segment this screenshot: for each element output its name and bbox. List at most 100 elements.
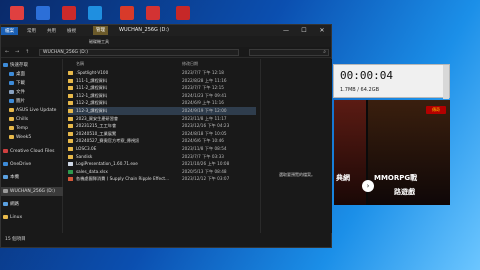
sidebar-item-creative-cloud[interactable]: Creative Cloud Files	[1, 147, 63, 156]
tab-view[interactable]: 檢視	[63, 27, 80, 35]
back-arrow-icon[interactable]: ←	[5, 49, 9, 55]
download-icon	[9, 80, 14, 85]
desktop-app-icon-5[interactable]	[120, 6, 134, 20]
sidebar-item-desktop[interactable]: 桌面	[1, 70, 63, 79]
list-item[interactable]: 112-1_課程資料 2024/1/23 下午 09:41	[68, 92, 256, 100]
sidebar-item-quick-access[interactable]: 快速存取	[1, 61, 63, 70]
picture-icon	[9, 98, 14, 103]
recording-panel: 00:00:04 1.7MB / 64.2GB	[333, 64, 450, 99]
linux-icon	[3, 214, 8, 219]
list-item[interactable]: 20231215_工工年會 2023/12/16 下午 04:23	[68, 122, 256, 130]
folder-icon	[68, 147, 73, 151]
close-button[interactable]: ✕	[313, 25, 331, 36]
pdf-file-icon	[68, 177, 73, 182]
exe-file-icon	[68, 162, 73, 167]
folder-icon	[68, 86, 73, 91]
list-item[interactable]: sales_data.xlsx 2020/5/13 下午 08:48	[68, 168, 256, 176]
tab-home[interactable]: 常用	[23, 27, 40, 35]
list-item[interactable]: .Spotlight-V100 2023/7/7 下午 12:18	[68, 69, 256, 77]
sidebar-item-this-pc[interactable]: 本機	[1, 173, 63, 182]
file-explorer-window: 檔案 常用 共用 檢視 管理 WUCHAN_256G (D:) — ☐ ✕ 磁碟…	[0, 24, 332, 248]
document-icon	[9, 89, 14, 94]
column-header-date[interactable]: 修改日期	[182, 59, 198, 68]
ad-next-button[interactable]: ›	[362, 180, 374, 192]
ad-game-logo: 傳奇	[426, 106, 446, 114]
recorder-side-bar[interactable]	[443, 65, 449, 99]
tab-drive-tools[interactable]: 磁碟機工具	[85, 38, 113, 46]
recording-timer: 00:00:04	[340, 69, 393, 82]
folder-icon	[68, 101, 73, 106]
maximize-button[interactable]: ☐	[295, 25, 313, 36]
desktop-app-icon-7[interactable]	[176, 6, 190, 20]
sidebar-item-week5[interactable]: Week5	[1, 133, 63, 142]
tab-file[interactable]: 檔案	[1, 27, 18, 35]
sidebar-item-drive-d[interactable]: WUCHAN_256G (D:)	[1, 187, 63, 196]
minimize-button[interactable]: —	[277, 25, 295, 36]
file-list: 名稱 修改日期 .Spotlight-V100 2023/7/7 下午 12:18…	[64, 59, 259, 233]
search-input[interactable]: ⌕	[249, 49, 329, 56]
sidebar-item-onedrive[interactable]: OneDrive	[1, 160, 63, 169]
desktop-app-icon-6[interactable]	[146, 6, 160, 20]
tab-manage[interactable]: 管理	[93, 26, 108, 35]
folder-icon	[68, 78, 73, 83]
computer-icon	[3, 174, 8, 179]
folder-icon	[9, 116, 14, 121]
list-item[interactable]: 各機處團隊消費 ( Supply Chain Ripple Effect... 2…	[68, 175, 256, 183]
sidebar-item-network[interactable]: 網路	[1, 200, 63, 209]
folder-icon	[68, 131, 73, 136]
folder-icon	[68, 124, 73, 129]
ad-left-text: 典網	[336, 174, 350, 182]
folder-icon	[9, 125, 14, 130]
folder-icon	[9, 107, 14, 112]
up-arrow-icon[interactable]: ↑	[25, 49, 29, 55]
desktop-app-icon-3[interactable]	[62, 6, 76, 20]
desktop-app-icon-2[interactable]	[36, 6, 50, 20]
sidebar-item-chills[interactable]: Chills	[1, 115, 63, 124]
network-icon	[3, 201, 8, 206]
sidebar-item-temp[interactable]: Temp	[1, 124, 63, 133]
list-item[interactable]: 20240527_賽奧官方考察_傳視訊 2024/6/6 下午 10:46	[68, 137, 256, 145]
list-item[interactable]: LOSC3.0E 2023/11/8 下午 08:54	[68, 145, 256, 153]
sidebar-item-pictures[interactable]: 圖片	[1, 97, 63, 106]
desktop-app-icon-1[interactable]	[10, 6, 24, 20]
list-item[interactable]: 20240510_工業展覽 2024/8/18 下午 10:05	[68, 130, 256, 138]
folder-icon	[68, 116, 73, 121]
desktop-icon	[9, 71, 14, 76]
sidebar-item-documents[interactable]: 文件	[1, 88, 63, 97]
forward-arrow-icon[interactable]: →	[15, 49, 19, 55]
star-icon	[3, 62, 8, 67]
list-item[interactable]: 112-2_課程資料 2024/6/9 上午 11:16	[68, 99, 256, 107]
list-item-selected[interactable]: 112-3_課程資料 2024/9/19 下午 12:00	[68, 107, 256, 115]
preview-message: 選取要預覽的檔案。	[279, 172, 315, 177]
creative-cloud-icon	[3, 148, 8, 153]
search-icon: ⌕	[323, 49, 326, 55]
column-header-name[interactable]: 名稱	[76, 59, 84, 68]
drive-icon	[3, 188, 8, 193]
title-bar: 檔案 常用 共用 檢視 管理 WUCHAN_256G (D:) — ☐ ✕	[1, 25, 331, 36]
list-item[interactable]: 2023_資安生產研習會 2023/11/8 上午 11:17	[68, 115, 256, 123]
folder-icon	[68, 71, 73, 75]
preview-pane: 選取要預覽的檔案。	[260, 59, 332, 233]
sidebar-item-linux[interactable]: Linux	[1, 213, 63, 222]
recording-size: 1.7MB / 64.2GB	[340, 87, 379, 93]
address-input[interactable]: WUCHAN_256G (D:)	[39, 49, 239, 56]
ad-subtitle: 路遊戲	[394, 188, 415, 196]
tab-share[interactable]: 共用	[43, 27, 60, 35]
desktop-app-icon-4[interactable]	[88, 6, 102, 20]
list-item[interactable]: 111-1_課程資料 2022/8/28 上午 11:16	[68, 77, 256, 85]
game-ad-panel[interactable]: 典網 傳奇 MMORPG戰 路遊戲 ›	[334, 100, 450, 205]
list-item[interactable]: Sandisk 2023/7/7 下午 03:33	[68, 153, 256, 161]
folder-icon	[68, 109, 73, 113]
window-controls: — ☐ ✕	[277, 25, 331, 36]
ribbon-bar: 磁碟機工具	[1, 36, 331, 47]
list-item[interactable]: 111-2_課程資料 2023/7/7 下午 12:15	[68, 84, 256, 92]
ad-card-right[interactable]: 傳奇 MMORPG戰 路遊戲	[368, 100, 450, 205]
sidebar-item-asus-live-update[interactable]: ASUS Live Update	[1, 106, 63, 115]
sidebar-item-downloads[interactable]: 下載	[1, 79, 63, 88]
folder-icon	[68, 139, 73, 144]
folder-icon	[68, 154, 73, 159]
list-item[interactable]: LogiPresentation_1.60.71.exe 2021/10/26 上…	[68, 160, 256, 168]
ad-card-left[interactable]: 典網	[334, 100, 366, 205]
window-title: WUCHAN_256G (D:)	[119, 26, 169, 33]
navigation-pane: 快速存取 桌面 下載 文件 圖片 ASUS Live Update Chills…	[1, 59, 63, 233]
